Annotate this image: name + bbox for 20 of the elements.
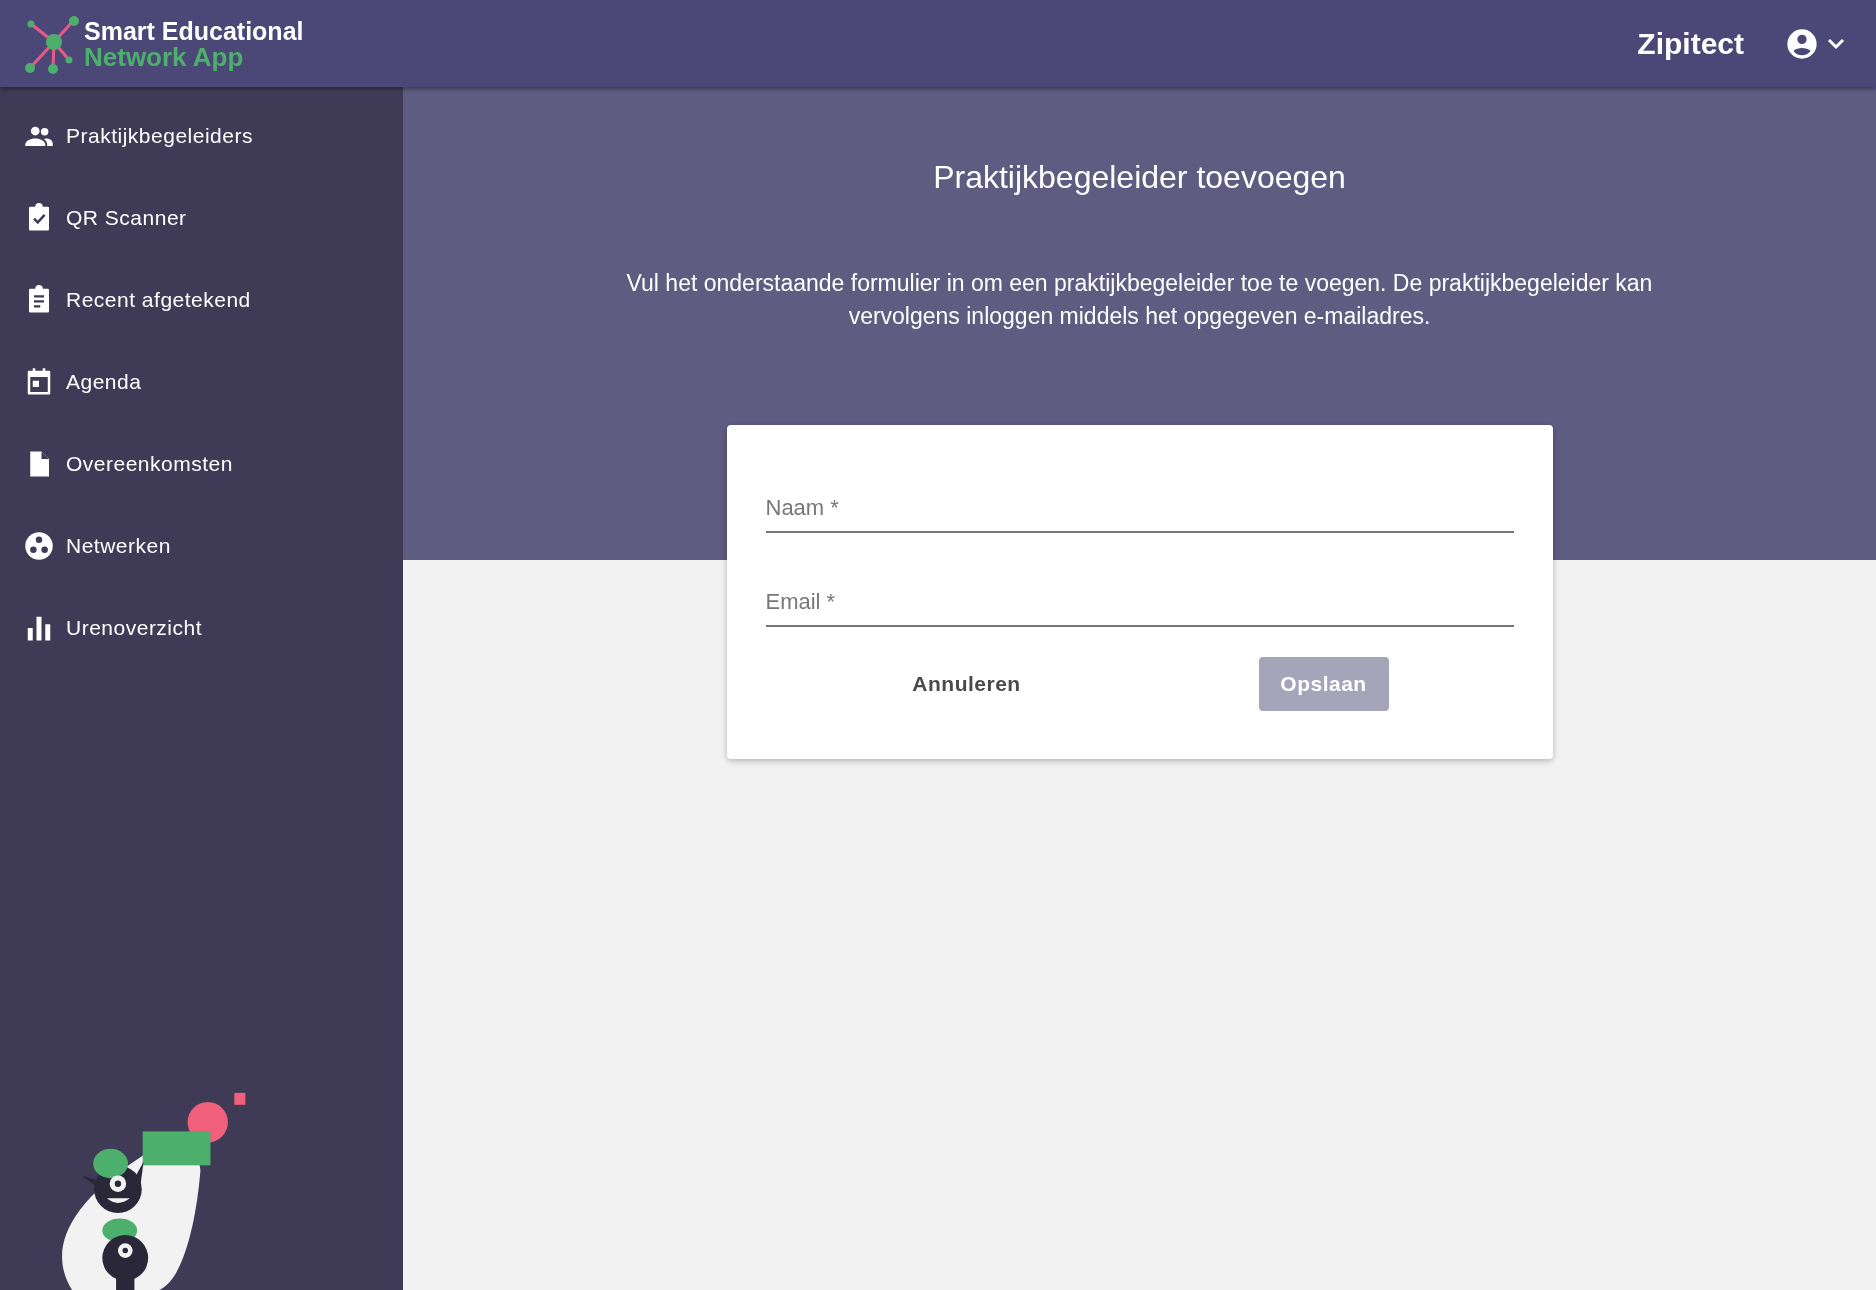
network-icon <box>24 531 54 561</box>
sidebar-item[interactable]: Agenda <box>0 341 403 423</box>
sidebar-item[interactable]: Netwerken <box>0 505 403 587</box>
text-field[interactable]: Email * <box>765 579 1514 627</box>
sidebar-item[interactable]: QR Scanner <box>0 177 403 259</box>
user-name: Zipitect <box>1637 26 1744 62</box>
chevron-down-icon <box>1826 36 1846 51</box>
sidebar-item[interactable]: Urenoverzicht <box>0 587 403 669</box>
logo-subtitle: Network App <box>84 43 245 70</box>
sidebar-item[interactable]: Praktijkbegeleiders <box>0 95 403 177</box>
intro-text: Vul het onderstaande formulier in om een praktijkbegeleider toe te voegen. De praktijkbegeleider kan vervolgens inloggen middels het opgegeven e-mailadres. <box>625 269 1654 331</box>
network-logo-icon <box>22 13 80 74</box>
account-menu-button[interactable] <box>1786 27 1846 60</box>
logo-title: Smart Educational <box>84 17 304 44</box>
sidebar-item[interactable]: Recent afgetekend <box>0 259 403 341</box>
sidebar-item[interactable]: Overeenkomsten <box>0 423 403 505</box>
page-title: Praktijkbegeleider toevoegen <box>933 158 1346 197</box>
account-icon <box>1786 27 1818 60</box>
text-field[interactable]: Naam * <box>765 485 1514 533</box>
cancel-button[interactable]: Annuleren <box>855 657 1078 711</box>
